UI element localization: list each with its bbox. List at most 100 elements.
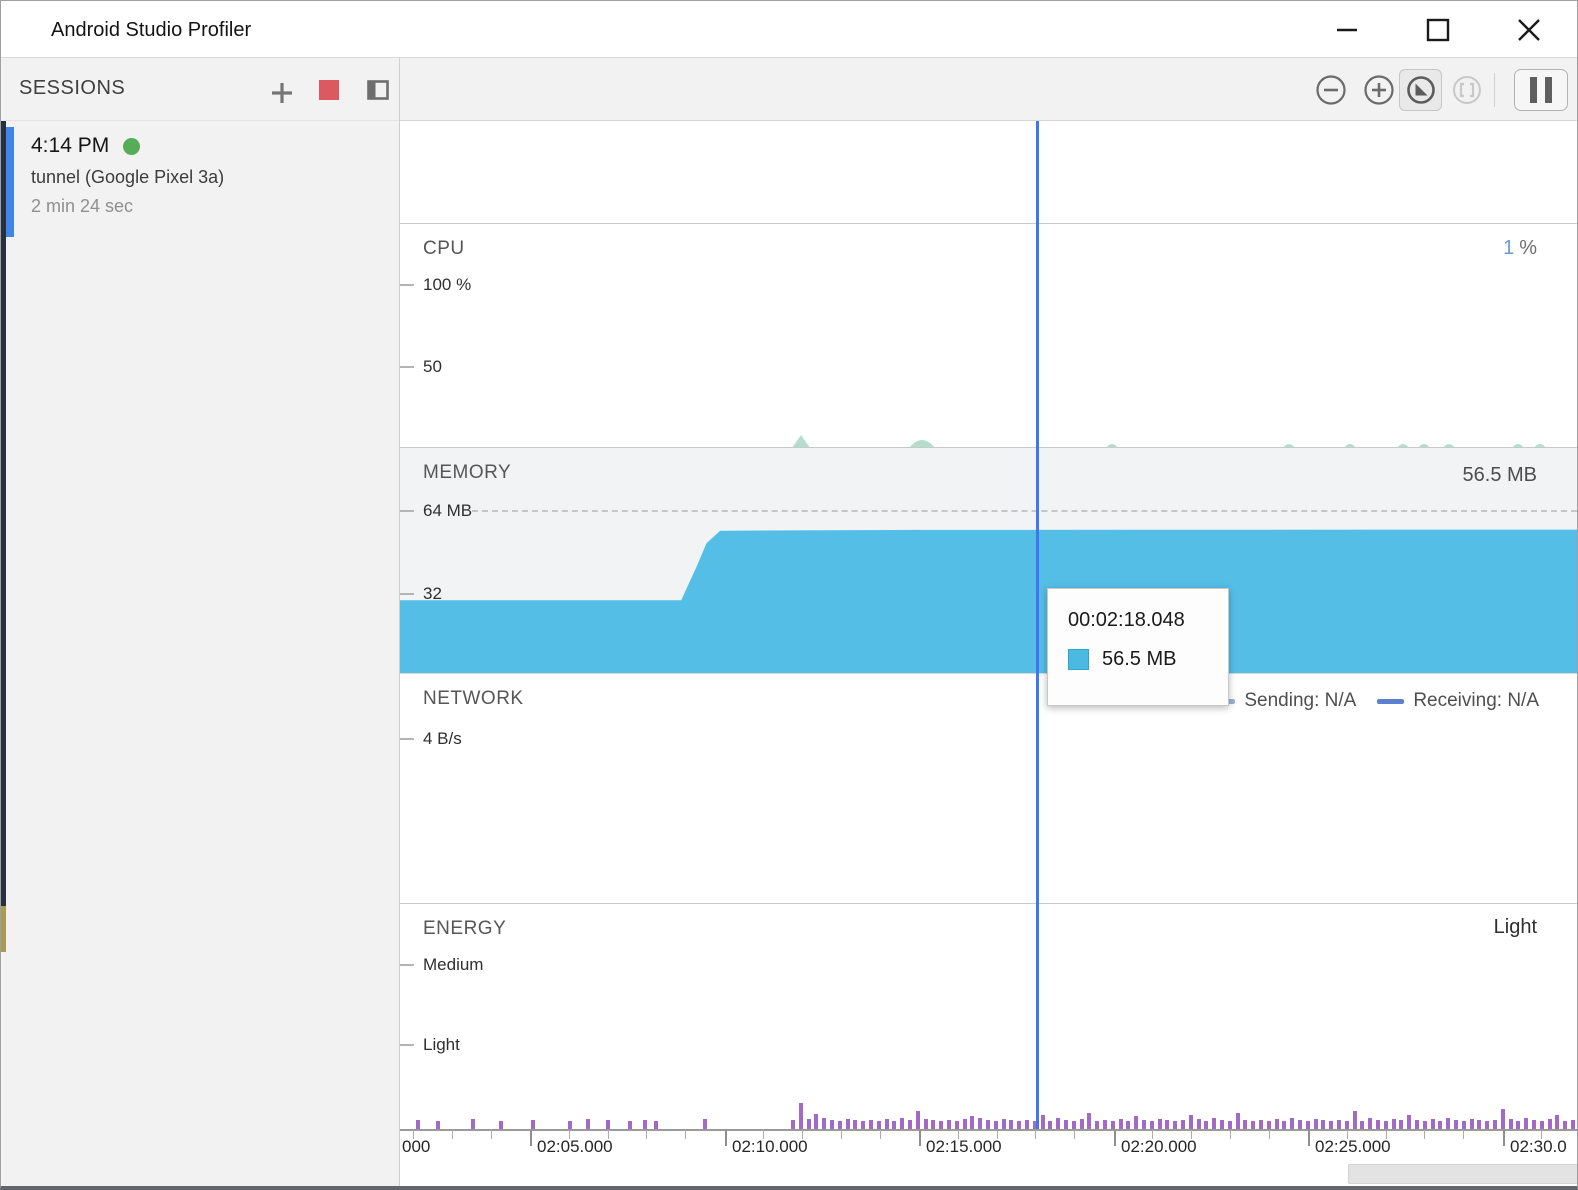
- horizontal-scrollbar-thumb[interactable]: [1348, 1164, 1578, 1184]
- energy-bar: [1446, 1118, 1450, 1129]
- energy-bars-layer: [400, 903, 1578, 1129]
- energy-bar: [1251, 1121, 1255, 1129]
- pause-live-button[interactable]: [1514, 69, 1568, 111]
- energy-bar: [1306, 1121, 1310, 1129]
- energy-bar: [791, 1120, 795, 1129]
- pause-icon: [1530, 77, 1537, 103]
- event-timeline-row[interactable]: [400, 121, 1577, 223]
- energy-bar: [978, 1118, 982, 1129]
- zoom-out-icon[interactable]: [1316, 75, 1346, 105]
- sessions-header: SESSIONS: [1, 58, 399, 121]
- energy-bar: [1072, 1121, 1076, 1129]
- reset-zoom-button[interactable]: [1399, 69, 1442, 111]
- energy-bar: [1571, 1120, 1575, 1129]
- energy-bar: [1415, 1120, 1419, 1129]
- toolbar-divider: [1494, 73, 1495, 107]
- energy-bar: [807, 1119, 811, 1129]
- energy-bar: [1259, 1120, 1263, 1129]
- energy-bar: [1150, 1121, 1154, 1129]
- memory-chart-section[interactable]: MEMORY 56.5 MB 64 MB 32: [400, 447, 1577, 673]
- energy-bar: [877, 1121, 881, 1129]
- maximize-icon: [1426, 18, 1450, 42]
- close-button[interactable]: [1514, 15, 1544, 45]
- timeline-major-tick: [530, 1130, 532, 1146]
- energy-bar: [1126, 1121, 1130, 1129]
- energy-bar: [1228, 1121, 1232, 1129]
- collapse-panel-icon[interactable]: [367, 80, 389, 100]
- energy-bar: [628, 1121, 632, 1129]
- timeline-minor-tick: [491, 1130, 492, 1139]
- timeline-minor-tick: [880, 1130, 881, 1139]
- timeline-axis: [400, 1129, 1577, 1131]
- zoom-to-selection-icon[interactable]: [1452, 75, 1482, 105]
- chart-tooltip: 00:02:18.048 56.5 MB: [1047, 588, 1229, 706]
- energy-bar: [931, 1120, 935, 1129]
- network-legend: Sending: N/A Receiving: N/A: [1208, 690, 1539, 712]
- energy-bar: [1407, 1115, 1411, 1129]
- sessions-panel: SESSIONS 4:14 PM tunnel (Google Pixel 3a…: [1, 58, 400, 1186]
- network-axis-tick: 4 B/s: [400, 729, 462, 749]
- timeline-label: 02:05.000: [537, 1137, 613, 1157]
- energy-bar: [1064, 1120, 1068, 1129]
- energy-bar: [986, 1120, 990, 1129]
- session-time: 4:14 PM: [31, 134, 109, 158]
- minimize-button[interactable]: [1332, 15, 1362, 45]
- add-session-icon[interactable]: [271, 82, 293, 104]
- timeline-label: 02:10.000: [732, 1137, 808, 1157]
- receiving-swatch-icon: [1377, 699, 1404, 704]
- maximize-button[interactable]: [1423, 15, 1453, 45]
- timeline-minor-tick: [1424, 1130, 1425, 1139]
- timeline-selection-line[interactable]: [1036, 121, 1039, 1129]
- energy-bar: [939, 1121, 943, 1129]
- energy-bar: [1204, 1121, 1208, 1129]
- session-item[interactable]: 4:14 PM tunnel (Google Pixel 3a) 2 min 2…: [1, 122, 399, 240]
- chart-toolbar: [400, 58, 1577, 121]
- timeline-major-tick: [1503, 1130, 1505, 1146]
- memory-usage-chart: [400, 448, 1578, 674]
- energy-bar: [1197, 1119, 1201, 1129]
- energy-bar: [1509, 1119, 1513, 1129]
- profiler-window: Android Studio Profiler SESSIONS: [0, 0, 1578, 1190]
- energy-bar: [1298, 1120, 1302, 1129]
- energy-bar: [568, 1121, 572, 1129]
- energy-bar: [908, 1120, 912, 1129]
- timeline-minor-tick: [646, 1130, 647, 1139]
- energy-bar: [838, 1121, 842, 1129]
- energy-bar: [416, 1120, 420, 1129]
- stop-session-icon[interactable]: [319, 80, 339, 100]
- close-icon: [1517, 18, 1541, 42]
- timeline-minor-tick: [1230, 1130, 1231, 1139]
- energy-bar: [1236, 1113, 1240, 1129]
- cpu-chart-section[interactable]: CPU 1% 100 % 50: [400, 223, 1577, 447]
- energy-bar: [869, 1120, 873, 1129]
- network-chart-section[interactable]: NETWORK Sending: N/A Receiving: N/A 4 B/…: [400, 673, 1577, 903]
- energy-bar: [531, 1120, 535, 1129]
- energy-bar: [1462, 1121, 1466, 1129]
- timeline-minor-tick: [1035, 1130, 1036, 1139]
- energy-bar: [1095, 1121, 1099, 1129]
- energy-bar: [1267, 1121, 1271, 1129]
- energy-bar: [1173, 1121, 1177, 1129]
- timeline-label: 02:30.0: [1510, 1137, 1567, 1157]
- window-title: Android Studio Profiler: [51, 19, 251, 42]
- energy-bar: [1337, 1120, 1341, 1129]
- energy-bar: [994, 1121, 998, 1129]
- energy-bar: [924, 1119, 928, 1129]
- energy-bar: [1368, 1118, 1372, 1129]
- energy-bar: [1290, 1118, 1294, 1129]
- zoom-in-icon[interactable]: [1364, 75, 1394, 105]
- energy-bar: [1493, 1120, 1497, 1129]
- energy-bar: [703, 1119, 707, 1129]
- energy-bar: [1220, 1120, 1224, 1129]
- energy-bar: [830, 1120, 834, 1129]
- energy-bar: [1017, 1121, 1021, 1129]
- energy-bar: [1392, 1119, 1396, 1129]
- energy-bar: [1399, 1120, 1403, 1129]
- energy-bar: [1189, 1115, 1193, 1129]
- energy-bar: [1142, 1120, 1146, 1129]
- energy-bar: [1087, 1113, 1091, 1129]
- timeline-major-tick: [725, 1130, 727, 1146]
- energy-bar: [1025, 1120, 1029, 1129]
- energy-bar: [1041, 1115, 1045, 1129]
- energy-bar: [1048, 1121, 1052, 1129]
